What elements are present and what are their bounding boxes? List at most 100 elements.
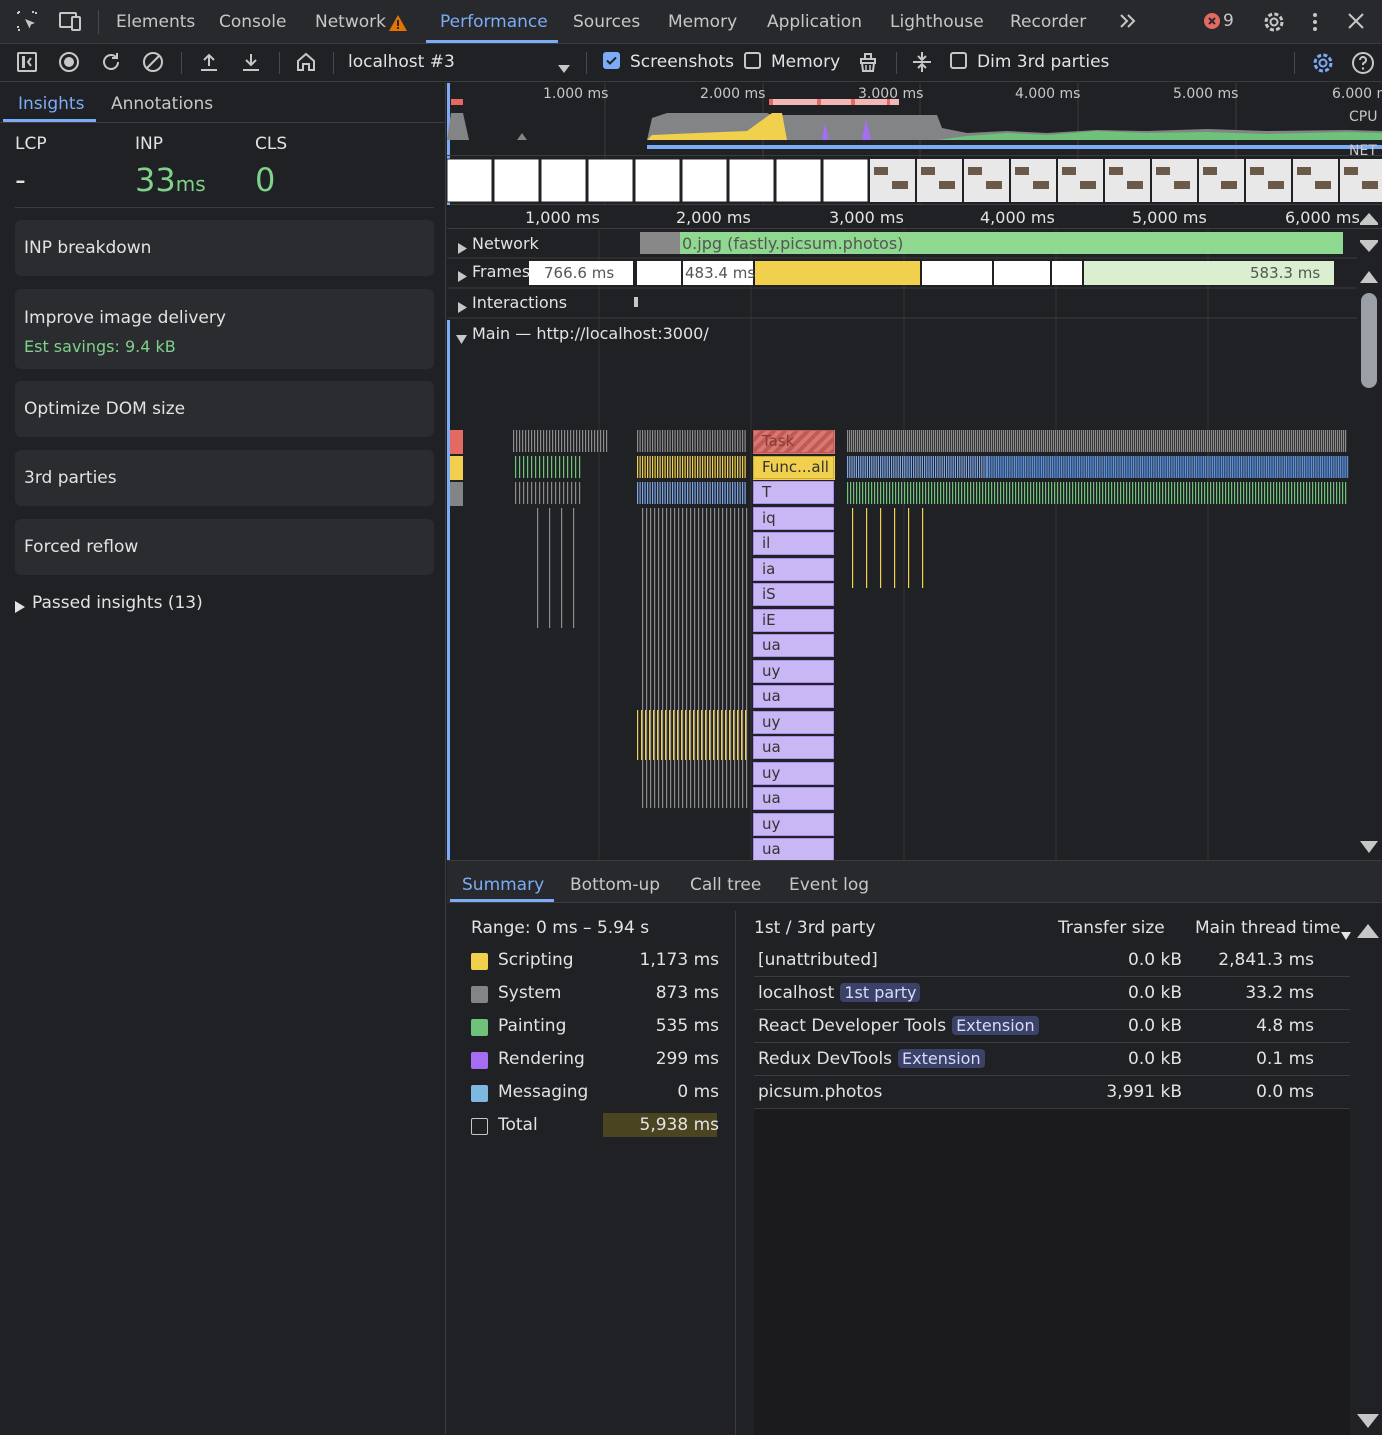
flame-entry[interactable]: ia	[753, 557, 834, 581]
tab-call-tree[interactable]: Call tree	[690, 875, 761, 895]
flame-entry[interactable]: ua	[753, 634, 834, 657]
recording-select[interactable]: localhost #3	[348, 52, 455, 72]
party-row[interactable]: Redux DevTools Extension 0.0 kB 0.1 ms	[754, 1043, 1350, 1076]
scroll-top-icon[interactable]	[1360, 210, 1378, 230]
tab-memory[interactable]: Memory	[668, 12, 737, 32]
frame-duration[interactable]: 766.6 ms	[544, 264, 614, 282]
inspect-element-icon[interactable]	[16, 10, 38, 32]
close-icon[interactable]	[1347, 12, 1365, 35]
frames-track-label[interactable]: Frames	[472, 262, 530, 281]
tab-annotations[interactable]: Annotations	[111, 94, 213, 114]
garbage-collect-icon[interactable]	[857, 51, 879, 73]
time-column-header[interactable]: Main thread time	[1195, 918, 1341, 938]
tab-event-log[interactable]: Event log	[789, 875, 869, 895]
clear-icon[interactable]	[142, 51, 164, 73]
net-label: NET	[1349, 143, 1377, 159]
scroll-up-icon[interactable]	[1357, 923, 1379, 943]
expand-triangle-icon[interactable]	[458, 298, 467, 318]
ruler-tick: 5,000 ms	[1132, 208, 1207, 227]
flame-entry[interactable]: ua	[753, 787, 834, 810]
settings-gear-icon[interactable]	[1262, 10, 1286, 39]
tab-elements[interactable]: Elements	[116, 12, 195, 32]
flame-entry[interactable]: uy	[753, 710, 834, 734]
party-badge: 1st party	[840, 983, 921, 1002]
memory-label[interactable]: Memory	[771, 52, 840, 72]
interactions-track-label[interactable]: Interactions	[472, 293, 567, 312]
scroll-bottom-icon[interactable]	[1360, 237, 1378, 257]
sidebar-toggle-icon[interactable]	[16, 51, 38, 73]
memory-checkbox[interactable]	[744, 52, 761, 69]
tab-performance[interactable]: Performance	[440, 12, 548, 32]
flame-entry[interactable]: il	[753, 532, 834, 555]
transfer-column-header[interactable]: Transfer size	[1058, 918, 1165, 938]
flame-entry[interactable]: iS	[753, 583, 834, 606]
party-column-header[interactable]: 1st / 3rd party	[754, 918, 876, 938]
network-track-label[interactable]: Network	[472, 234, 539, 253]
download-icon[interactable]	[240, 51, 262, 73]
collapse-tracks-icon[interactable]	[911, 51, 933, 73]
screenshots-label[interactable]: Screenshots	[630, 52, 734, 72]
expand-triangle-icon[interactable]	[458, 239, 467, 259]
flame-entry[interactable]: iE	[753, 608, 834, 632]
upload-icon[interactable]	[198, 51, 220, 73]
flame-entry[interactable]: ua	[753, 685, 834, 708]
tab-summary[interactable]: Summary	[462, 875, 544, 895]
device-toolbar-icon[interactable]	[58, 10, 82, 32]
frame-duration[interactable]: 483.4 ms	[685, 264, 755, 282]
flame-entry[interactable]: uy	[753, 659, 834, 683]
party-row[interactable]: localhost 1st party 0.0 kB 33.2 ms	[754, 977, 1350, 1010]
screenshots-checkbox[interactable]	[603, 52, 620, 69]
insight-image-delivery[interactable]: Improve image delivery Est savings: 9.4 …	[15, 289, 434, 369]
reload-record-icon[interactable]	[100, 51, 122, 73]
capture-settings-icon[interactable]	[1311, 51, 1333, 73]
timeline-scrollbar[interactable]	[1357, 206, 1382, 860]
flame-entry[interactable]: Task	[753, 430, 834, 453]
tab-bottom-up[interactable]: Bottom-up	[570, 875, 660, 895]
tab-lighthouse[interactable]: Lighthouse	[890, 12, 984, 32]
tab-sources[interactable]: Sources	[573, 12, 640, 32]
party-row[interactable]: React Developer Tools Extension 0.0 kB 4.…	[754, 1010, 1350, 1043]
tab-application[interactable]: Application	[767, 12, 862, 32]
scroll-down-icon[interactable]	[1357, 1413, 1379, 1433]
flame-entry[interactable]: ua	[753, 838, 834, 860]
collapse-triangle-icon[interactable]	[456, 329, 467, 349]
expand-triangle-icon[interactable]	[458, 267, 467, 287]
more-tabs-icon[interactable]	[1118, 12, 1138, 35]
tab-console[interactable]: Console	[219, 12, 287, 32]
party-row[interactable]: picsum.photos 3,991 kB 0.0 ms	[754, 1076, 1350, 1109]
tab-recorder[interactable]: Recorder	[1010, 12, 1086, 32]
sort-descending-icon[interactable]	[1341, 925, 1351, 945]
flame-entry[interactable]: iq	[753, 506, 834, 530]
frame-duration[interactable]: 583.3 ms	[1250, 264, 1320, 282]
tab-insights[interactable]: Insights	[18, 94, 84, 114]
network-request[interactable]: 0.jpg (fastly.picsum.photos)	[682, 234, 903, 253]
flame-entry[interactable]: uy	[753, 812, 834, 836]
error-icon[interactable]	[1203, 12, 1221, 35]
dim-third-parties-label[interactable]: Dim 3rd parties	[977, 52, 1109, 72]
flame-entry[interactable]: ua	[753, 736, 834, 759]
scroll-up-icon[interactable]	[1360, 268, 1378, 288]
tracks-area[interactable]: Network 0.jpg (fastly.picsum.photos) Fra…	[447, 230, 1357, 860]
party-row[interactable]: [unattributed] 0.0 kB 2,841.3 ms	[754, 944, 1350, 977]
more-options-icon[interactable]	[1310, 11, 1320, 38]
timeline-overview[interactable]: 1.000 ms 2.000 ms 3.000 ms 4.000 ms 5.00…	[447, 83, 1382, 205]
scrollbar-thumb[interactable]	[1361, 293, 1377, 388]
main-thread-label[interactable]: Main — http://localhost:3000/	[472, 324, 709, 343]
insight-inp-breakdown[interactable]: INP breakdown	[15, 220, 434, 276]
flame-entry[interactable]: T	[753, 481, 834, 504]
insight-dom-size[interactable]: Optimize DOM size	[15, 381, 434, 437]
passed-insights-toggle[interactable]: Passed insights (13)	[32, 593, 203, 613]
home-icon[interactable]	[295, 51, 317, 73]
insight-forced-reflow[interactable]: Forced reflow	[15, 519, 434, 575]
insight-third-parties[interactable]: 3rd parties	[15, 450, 434, 506]
help-icon[interactable]	[1351, 51, 1374, 74]
flame-entry[interactable]: Func...all	[753, 455, 834, 479]
tab-network[interactable]: Network	[315, 12, 386, 32]
record-icon[interactable]	[58, 51, 80, 73]
chevron-down-icon[interactable]	[558, 58, 570, 78]
error-count[interactable]: 9	[1223, 11, 1234, 31]
expand-triangle-icon[interactable]	[15, 598, 25, 618]
scroll-down-icon[interactable]	[1360, 838, 1378, 858]
flame-entry[interactable]: uy	[753, 761, 834, 785]
dim-third-parties-checkbox[interactable]	[950, 52, 967, 69]
